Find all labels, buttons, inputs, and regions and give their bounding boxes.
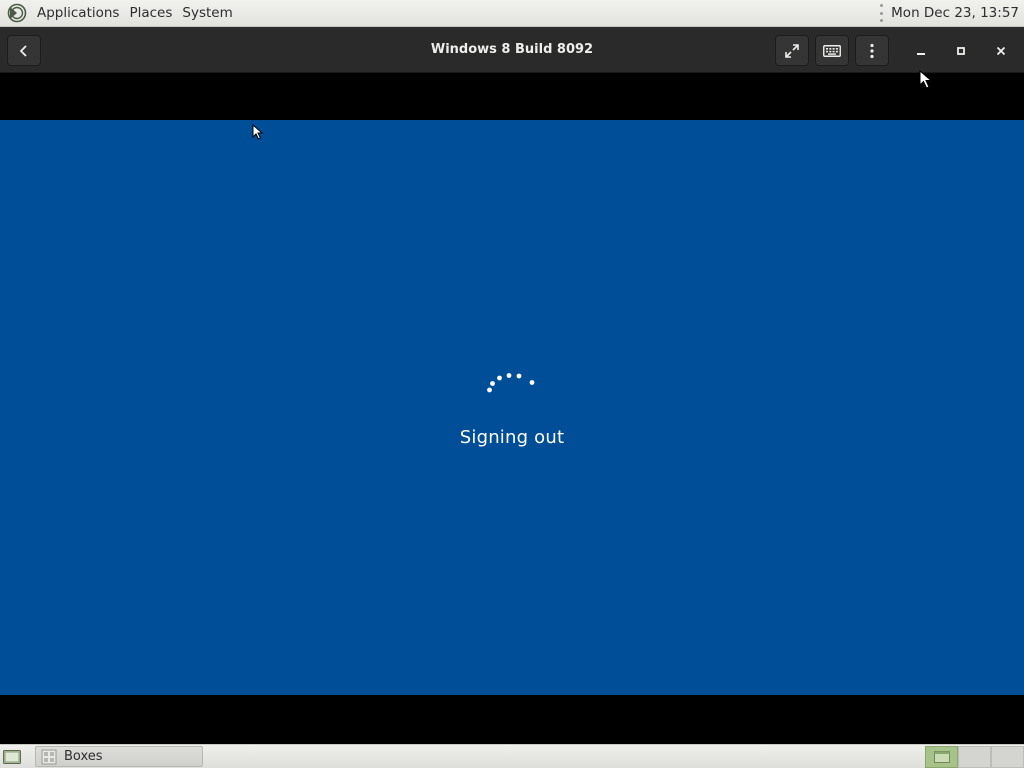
applications-menu[interactable]: Applications <box>32 0 124 27</box>
maximize-button[interactable] <box>949 39 973 63</box>
places-menu[interactable]: Places <box>124 0 177 27</box>
guest-screen[interactable]: Signing out <box>0 120 1024 695</box>
back-icon <box>19 44 27 57</box>
panel-handle-icon[interactable] <box>879 4 883 22</box>
clock[interactable]: Mon Dec 23, 13:57 <box>891 5 1019 21</box>
system-menu[interactable]: System <box>177 0 237 27</box>
window-header-bar: Windows 8 Build 8092 <box>0 27 1024 73</box>
show-desktop-button[interactable] <box>2 748 22 766</box>
kebab-menu-icon <box>870 43 874 58</box>
taskbar-item-boxes[interactable]: Boxes <box>35 746 203 767</box>
show-desktop-icon <box>3 750 21 764</box>
boxes-app-icon <box>41 749 57 764</box>
keyboard-icon <box>823 44 841 57</box>
workspace-window-icon <box>933 751 950 763</box>
menu-button[interactable] <box>855 35 889 66</box>
keyboard-button[interactable] <box>815 35 849 66</box>
loading-spinner-icon <box>487 373 535 393</box>
workspace-switcher-3[interactable] <box>991 746 1024 768</box>
close-button[interactable] <box>989 39 1013 63</box>
bottom-panel: Boxes <box>0 744 1024 768</box>
vm-display[interactable]: Signing out <box>0 73 1024 744</box>
workspace-switcher-2[interactable] <box>958 746 991 768</box>
maximize-icon <box>957 47 965 55</box>
minimize-icon <box>917 53 925 55</box>
minimize-button[interactable] <box>909 39 933 63</box>
back-button[interactable] <box>7 35 41 66</box>
fullscreen-icon <box>785 43 799 58</box>
distro-logo-icon[interactable] <box>7 3 27 23</box>
fullscreen-button[interactable] <box>775 35 809 66</box>
workspace-switcher-1[interactable] <box>925 746 958 768</box>
top-panel: Applications Places System Mon Dec 23, 1… <box>0 0 1024 27</box>
taskbar-item-label: Boxes <box>64 749 103 764</box>
close-icon <box>996 46 1006 56</box>
status-text: Signing out <box>459 427 565 448</box>
window-title: Windows 8 Build 8092 <box>430 42 594 57</box>
